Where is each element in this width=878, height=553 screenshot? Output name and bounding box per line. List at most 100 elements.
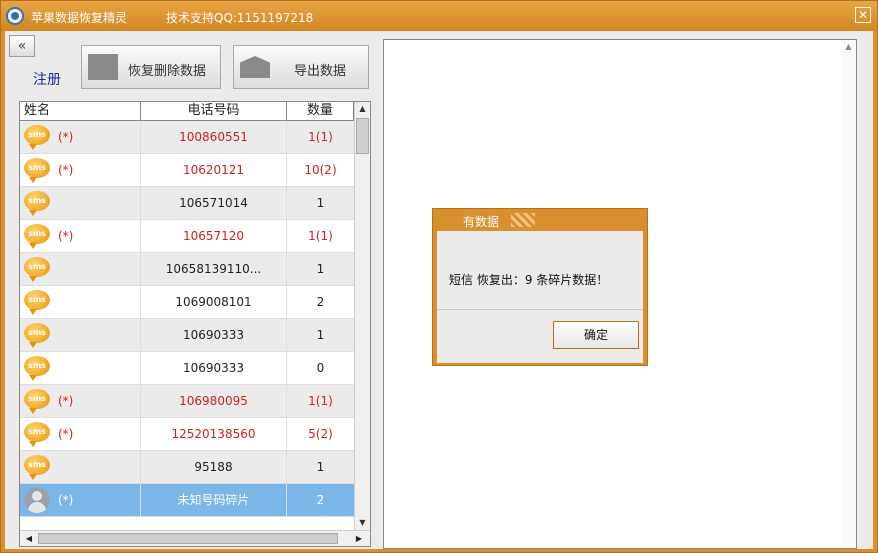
row-phone-cell: 100860551: [141, 121, 287, 154]
table-row[interactable]: sms 10690333 0: [20, 352, 354, 385]
row-name-cell: sms (*): [20, 385, 141, 418]
deleted-mark: (*): [58, 427, 74, 441]
row-phone-cell: 10657120: [141, 220, 287, 253]
row-phone-cell: 1069008101: [141, 286, 287, 319]
table-row[interactable]: sms (*) 10657120 1(1): [20, 220, 354, 253]
row-count-cell: 5(2): [308, 427, 333, 441]
row-name-cell: sms: [20, 451, 141, 484]
row-name-cell: sms: [20, 286, 141, 319]
row-count-cell: 1(1): [308, 229, 333, 243]
sms-icon: sms: [24, 422, 50, 447]
deleted-mark: (*): [58, 163, 74, 177]
dialog-title-pattern: [511, 213, 535, 227]
scroll-left-icon[interactable]: ◀: [22, 531, 36, 546]
table-row[interactable]: sms 106571014 1: [20, 187, 354, 220]
row-name-cell: sms: [20, 352, 141, 385]
row-phone-cell: 10690333: [141, 319, 287, 352]
list-header: 姓名 电话号码 数量: [20, 102, 354, 121]
row-phone-cell: 106571014: [141, 187, 287, 220]
sms-icon: sms: [24, 224, 50, 249]
sms-icon: sms: [24, 125, 50, 150]
export-button-label: 导出数据: [294, 64, 347, 79]
vertical-scrollbar[interactable]: ▲ ▼: [354, 102, 370, 530]
row-name-cell: sms: [20, 319, 141, 352]
table-row[interactable]: sms 10690333 1: [20, 319, 354, 352]
header-phone[interactable]: 电话号码: [141, 102, 287, 121]
row-count-cell: 1(1): [308, 130, 333, 144]
window-title: 苹果数据恢复精灵: [31, 11, 128, 25]
dialog-message: 短信 恢复出：9 条碎片数据！: [449, 273, 609, 287]
row-phone-cell: 10690333: [141, 352, 287, 385]
restore-button-label: 恢复删除数据: [128, 64, 207, 79]
restore-icon: [88, 54, 118, 80]
row-phone-cell: 106980095: [141, 385, 287, 418]
table-row[interactable]: sms (*) 106980095 1(1): [20, 385, 354, 418]
sms-icon: sms: [24, 389, 50, 414]
table-row[interactable]: sms (*) 100860551 1(1): [20, 121, 354, 154]
horizontal-scrollbar[interactable]: ◀ ▶: [20, 530, 370, 546]
sms-icon: sms: [24, 158, 50, 183]
row-count-cell: 1: [316, 262, 325, 276]
restore-deleted-data-button[interactable]: 恢复删除数据: [81, 45, 221, 89]
table-row[interactable]: sms 95188 1: [20, 451, 354, 484]
scroll-down-icon[interactable]: ▼: [355, 516, 370, 530]
header-name[interactable]: 姓名: [20, 102, 141, 121]
app-window: 苹果数据恢复精灵 技术支持QQ:1151197218 ✕ « 注册 恢复删除数据…: [0, 0, 878, 553]
row-phone-cell: 12520138560: [141, 418, 287, 451]
dialog-divider: [437, 309, 643, 310]
row-name-cell: (*): [20, 484, 141, 517]
scroll-thumb[interactable]: [356, 118, 369, 154]
ok-button[interactable]: 确定: [553, 321, 639, 349]
row-name-cell: sms: [20, 187, 141, 220]
support-qq-text: 技术支持QQ:1151197218: [166, 11, 314, 25]
dialog-title: 有数据: [463, 215, 500, 229]
row-name-cell: sms: [20, 253, 141, 286]
dialog-body: 短信 恢复出：9 条碎片数据！ 确定: [437, 231, 643, 363]
table-row[interactable]: sms 10658139110... 1: [20, 253, 354, 286]
person-icon: [24, 487, 50, 513]
sms-icon: sms: [24, 356, 50, 381]
list-rows: sms (*) 100860551 1(1) sms (*) 10620121 10(2) sm…: [20, 121, 354, 517]
row-name-cell: sms (*): [20, 121, 141, 154]
preview-scrollbar[interactable]: ▲: [841, 40, 856, 548]
table-row[interactable]: sms 1069008101 2: [20, 286, 354, 319]
row-count-cell: 1: [316, 460, 325, 474]
row-count-cell: 1: [316, 196, 325, 210]
deleted-mark: (*): [58, 130, 74, 144]
close-icon[interactable]: ✕: [855, 7, 871, 23]
message-list[interactable]: 姓名 电话号码 数量 sms (*) 100860551 1(1) sms (*) 1062…: [19, 101, 371, 547]
sms-icon: sms: [24, 290, 50, 315]
table-row[interactable]: sms (*) 12520138560 5(2): [20, 418, 354, 451]
row-count-cell: 10(2): [304, 163, 337, 177]
row-count-cell: 0: [316, 361, 325, 375]
register-link[interactable]: 注册: [33, 69, 61, 89]
header-count[interactable]: 数量: [287, 102, 354, 121]
row-count-cell: 2: [316, 295, 325, 309]
sms-icon: sms: [24, 257, 50, 282]
row-phone-cell: 未知号码碎片: [141, 484, 287, 517]
scroll-up-icon[interactable]: ▲: [355, 102, 370, 116]
deleted-mark: (*): [58, 229, 74, 243]
sms-icon: sms: [24, 191, 50, 216]
table-row[interactable]: sms (*) 10620121 10(2): [20, 154, 354, 187]
export-data-button[interactable]: 导出数据: [233, 45, 369, 89]
app-logo-icon: [6, 7, 24, 25]
scroll-right-icon[interactable]: ▶: [352, 531, 366, 546]
row-phone-cell: 95188: [141, 451, 287, 484]
hscroll-thumb[interactable]: [38, 533, 338, 544]
sms-icon: sms: [24, 455, 50, 480]
deleted-mark: (*): [58, 493, 74, 507]
deleted-mark: (*): [58, 394, 74, 408]
row-name-cell: sms (*): [20, 154, 141, 187]
row-phone-cell: 10658139110...: [141, 253, 287, 286]
row-count-cell: 2: [316, 493, 325, 507]
row-count-cell: 1: [316, 328, 325, 342]
preview-scroll-up-icon[interactable]: ▲: [841, 42, 856, 51]
table-row[interactable]: (*) 未知号码碎片 2: [20, 484, 354, 517]
title-bar[interactable]: 苹果数据恢复精灵 技术支持QQ:1151197218 ✕: [1, 1, 877, 31]
row-name-cell: sms (*): [20, 220, 141, 253]
row-phone-cell: 10620121: [141, 154, 287, 187]
collapse-panel-button[interactable]: «: [9, 35, 35, 57]
sms-icon: sms: [24, 323, 50, 348]
result-dialog: 有数据 短信 恢复出：9 条碎片数据！ 确定: [432, 208, 648, 366]
